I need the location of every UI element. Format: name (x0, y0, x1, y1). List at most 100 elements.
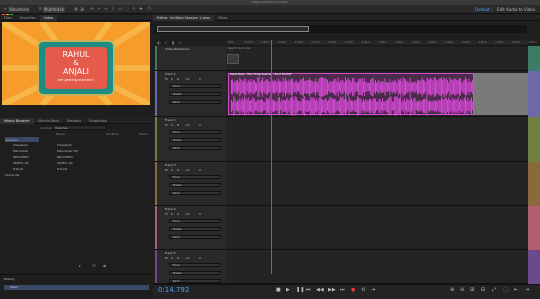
solo-button[interactable]: S (171, 212, 173, 216)
volume-knob[interactable]: +0 (185, 168, 189, 172)
tab-effects-rack[interactable]: Effects Rack (34, 118, 63, 124)
tab-properties[interactable]: Properties (85, 118, 111, 124)
output-select[interactable]: Master (169, 138, 221, 142)
automation-mode-select[interactable]: Read (169, 191, 221, 195)
spot-heal-icon[interactable]: ✚ (139, 7, 143, 11)
track-header[interactable]: Track 4 M S R +0 0 None Master Read (155, 206, 227, 250)
tree-staff[interactable]: Staff11.00 (13, 161, 29, 165)
input-select[interactable]: None (169, 219, 221, 223)
track-name[interactable]: Track 5 (165, 251, 176, 255)
record-arm-button[interactable]: R (177, 77, 179, 81)
output-select[interactable]: Master (169, 271, 221, 275)
pan-knob[interactable]: 0 (199, 212, 201, 216)
volume-icon[interactable]: ◀ (102, 264, 106, 268)
spectral-icon[interactable]: ▦ (74, 7, 78, 11)
input-select[interactable]: None (169, 263, 221, 267)
track-header[interactable]: Track 5 M S R +0 0 None Master Read (155, 250, 227, 284)
output-select[interactable]: Master (169, 227, 221, 231)
move-tool-icon[interactable]: ✣ (90, 7, 94, 11)
solo-button[interactable]: S (171, 168, 173, 172)
rewind-icon[interactable]: ◀◀ (316, 287, 324, 294)
mute-button[interactable]: M (165, 77, 168, 81)
volume-knob[interactable]: +0 (185, 123, 189, 127)
loop-icon[interactable]: ⟳ (92, 264, 96, 268)
waveform-button[interactable]: Waveform (8, 6, 31, 13)
pause-icon[interactable]: ❚❚ (296, 287, 304, 294)
playhead[interactable] (271, 40, 272, 274)
track-name[interactable]: Track 3 (165, 163, 176, 167)
timecode-display[interactable]: 0:14.792 (158, 286, 189, 295)
contents-dropdown[interactable]: Volumes (52, 125, 107, 130)
audio-clip[interactable] (228, 73, 474, 116)
brush-icon[interactable]: ✎ (132, 7, 136, 11)
eq-icon[interactable]: ∿ (178, 41, 182, 45)
column-duration[interactable]: Duration (106, 132, 119, 136)
time-selection-icon[interactable]: I (111, 7, 115, 11)
tab-editor[interactable]: Editor: Untitled Session 1.sesx (153, 15, 215, 21)
go-start-icon[interactable]: ⏮ (306, 287, 311, 294)
mute-button[interactable]: M (165, 212, 168, 216)
zoom-full-icon[interactable]: ⤢ (492, 287, 496, 294)
zoom-out-point-icon[interactable]: ⇥ (525, 287, 529, 294)
go-end-icon[interactable]: ⏭ (340, 287, 345, 294)
overview-viewport[interactable] (157, 26, 309, 32)
solo-button[interactable]: S (171, 123, 173, 127)
pan-knob[interactable]: 0 (199, 77, 201, 81)
fx-icon[interactable]: ♪ (164, 41, 168, 45)
record-arm-button[interactable]: R (177, 212, 179, 216)
history-item[interactable] (4, 285, 149, 290)
solo-button[interactable]: S (171, 77, 173, 81)
tree-macintosh[interactable]: Macintosh (13, 149, 28, 153)
tree-volumes[interactable]: Volumes (5, 138, 18, 142)
column-media[interactable]: Media (139, 132, 148, 136)
meter-icon[interactable]: ▮ (171, 41, 175, 45)
output-select[interactable]: Master (169, 183, 221, 187)
track-header[interactable]: Track 1 M S R +0 0 None Master Read (155, 117, 227, 162)
tree-shortcuts[interactable]: Shortcuts (5, 173, 19, 177)
automation-mode-select[interactable]: Read (169, 235, 221, 239)
pitch-icon[interactable]: ◪ (80, 7, 84, 11)
zoom-in-time-icon[interactable]: ⊞ (470, 287, 474, 294)
track-header[interactable]: Video Reference (155, 46, 227, 71)
automation-mode-select[interactable]: Read (169, 146, 221, 150)
track-name[interactable]: Track 1 (165, 118, 176, 122)
play-preview-icon[interactable]: ▸ (78, 264, 82, 268)
volume-knob[interactable]: +0 (185, 256, 189, 260)
slip-tool-icon[interactable]: ↔ (104, 7, 108, 11)
record-arm-button[interactable]: R (177, 256, 179, 260)
zoom-out-amplitude-icon[interactable]: ⊖ (460, 287, 464, 294)
mute-button[interactable]: M (165, 168, 168, 172)
column-name[interactable]: Name (56, 132, 65, 136)
solo-button[interactable]: S (171, 256, 173, 260)
tab-files[interactable]: Files (0, 15, 16, 21)
mute-button[interactable]: M (165, 256, 168, 260)
pan-knob[interactable]: 0 (199, 256, 201, 260)
list-recovery[interactable]: RECOVERY (57, 155, 73, 159)
video-thumbnail[interactable] (227, 54, 239, 64)
tab-media-browser[interactable]: Media Browser (0, 118, 34, 124)
track-name[interactable]: Video Reference (165, 47, 189, 51)
skip-icon[interactable]: ⇥ (371, 287, 375, 294)
stop-icon[interactable]: ■ (276, 287, 281, 294)
list-classwork[interactable]: Classwork (57, 143, 72, 147)
track-name[interactable]: Track 2 (165, 72, 176, 76)
track-header[interactable]: Track 3 M S R +0 0 None Master Read (155, 162, 227, 206)
tab-favorites[interactable]: Favorites (16, 15, 40, 21)
pan-knob[interactable]: 0 (199, 123, 201, 127)
list-macintosh[interactable]: Macintosh HD (57, 149, 78, 153)
record-arm-button[interactable]: R (177, 168, 179, 172)
input-select[interactable]: None (169, 130, 221, 134)
automation-mode-select[interactable]: Read (169, 279, 221, 283)
track-tool-icon[interactable]: ◐ (157, 41, 161, 45)
loop-playback-icon[interactable]: ⟲ (361, 287, 365, 294)
tree-transit[interactable]: Transit (13, 167, 23, 171)
record-arm-button[interactable]: R (177, 123, 179, 127)
workspace-edit-audio[interactable]: Edit Audio to Video (496, 6, 536, 13)
fast-forward-icon[interactable]: ▶▶ (328, 287, 336, 294)
tree-classwork[interactable]: Classwork (13, 143, 28, 147)
zoom-out-time-icon[interactable]: ⊟ (481, 287, 485, 294)
razor-tool-icon[interactable]: ✂ (97, 7, 101, 11)
input-select[interactable]: None (169, 175, 221, 179)
volume-knob[interactable]: +0 (185, 77, 189, 81)
zoom-selection-icon[interactable]: ⬚ (503, 287, 508, 294)
